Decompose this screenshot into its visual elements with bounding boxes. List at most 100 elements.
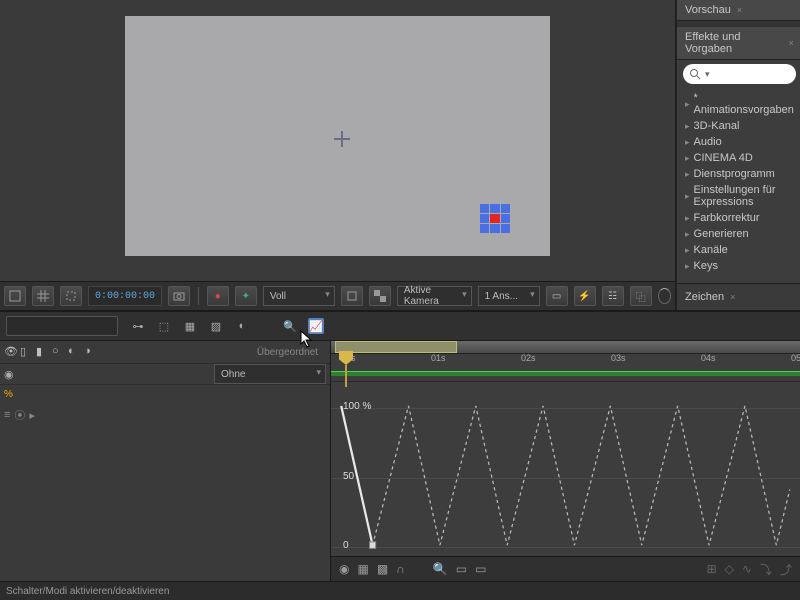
layer-handles[interactable] — [480, 204, 510, 234]
ruler-tick: 05s — [791, 353, 800, 363]
camera-dropdown[interactable]: Aktive Kamera — [397, 286, 472, 306]
ease-out-button[interactable]: ⤴ — [780, 561, 792, 578]
timeline-search-input[interactable] — [6, 316, 118, 336]
top-region: 0:00:00:00 ● ✦ Voll Aktive Kamera 1 Ans.… — [0, 0, 800, 310]
graph-editor-toggle[interactable]: 📈 — [308, 318, 324, 334]
fx-column-icon: ◑ — [84, 345, 98, 359]
parent-value: Ohne — [221, 369, 245, 380]
timeline-panel: ⊶ ⬚ ▦ ▨ ◐ 🔍 📈 👁 ▯ ▮ ○ — [0, 310, 800, 581]
pixel-aspect-button[interactable]: ▭ — [546, 286, 568, 306]
motion-blur-switch[interactable]: ▨ — [208, 318, 224, 334]
effects-category[interactable]: ▸Einstellungen für Expressions — [677, 182, 800, 210]
category-label: Generieren — [694, 228, 749, 240]
property-row[interactable]: % — [0, 385, 330, 403]
layer-column-header: 👁 ▯ ▮ ○ ◐ ◑ Übergeordnet — [0, 341, 330, 364]
effects-tab-label: Effekte und Vorgaben — [685, 31, 783, 55]
effects-search[interactable]: ▾ — [683, 64, 796, 84]
current-timecode[interactable]: 0:00:00:00 — [88, 286, 162, 306]
twirl-icon: ▸ — [685, 121, 690, 132]
snapshot-button[interactable] — [168, 286, 190, 306]
guides-button[interactable] — [60, 286, 82, 306]
twirl-icon: ▸ — [685, 153, 690, 164]
grid-button[interactable] — [32, 286, 54, 306]
composition-viewer[interactable] — [0, 0, 675, 281]
snap-button[interactable]: ∩ — [396, 562, 405, 576]
camera-label: Aktive Kamera — [404, 285, 457, 307]
effects-category[interactable]: ▸Farbkorrektur — [677, 210, 800, 226]
edit-keyframe-button[interactable]: ◇ — [725, 562, 734, 576]
viewer-toolbar: 0:00:00:00 ● ✦ Voll Aktive Kamera 1 Ans.… — [0, 281, 675, 310]
effects-tree[interactable]: ▸* Animationsvorgaben▸3D-Kanal▸Audio▸CIN… — [677, 88, 800, 283]
layer-row[interactable]: ◉ Ohne — [0, 364, 330, 385]
effects-category[interactable]: ▸ Dienstprogramm — [677, 166, 800, 182]
magnify-dropdown[interactable] — [4, 286, 26, 306]
effects-category[interactable]: ▸Kanäle — [677, 242, 800, 258]
eye-icon[interactable]: ◉ — [4, 368, 14, 381]
category-label: Dienstprogramm — [694, 168, 775, 180]
expression-pickwhip-icon[interactable]: ▸ — [29, 409, 35, 422]
twirl-icon: ▸ — [685, 169, 690, 180]
character-panel-tab[interactable]: Zeichen × — [685, 291, 735, 303]
fit-selection-button[interactable]: ▭ — [456, 562, 467, 576]
graph-editor-zoom[interactable]: 🔍 — [282, 318, 298, 334]
fit-all-button[interactable]: ▭ — [475, 562, 486, 576]
timeline-switches: ⊶ ⬚ ▦ ▨ ◐ 🔍 📈 — [130, 318, 324, 334]
resolution-dropdown[interactable]: Voll — [263, 286, 335, 306]
timeline-body: 👁 ▯ ▮ ○ ◐ ◑ Übergeordnet ◉ Ohne % — [0, 341, 800, 581]
time-ruler[interactable]: 00s01s02s03s04s05s — [331, 341, 800, 382]
effects-category[interactable]: ▸Generieren — [677, 226, 800, 242]
value-graph[interactable]: 100 % 50 0 — [331, 382, 800, 556]
effects-category[interactable]: ▸Audio — [677, 134, 800, 150]
ruler-tick: 02s — [521, 353, 536, 363]
work-area-bar[interactable] — [335, 341, 457, 353]
twirl-icon: ▸ — [685, 99, 690, 110]
cached-frames-bar — [331, 371, 800, 376]
3d-switch[interactable]: ⬚ — [156, 318, 172, 334]
search-icon — [689, 68, 701, 80]
anchor-point-icon — [337, 134, 347, 144]
category-label: 3D-Kanal — [694, 120, 740, 132]
label-column-icon: ▮ — [36, 345, 50, 359]
solo-column-icon: ○ — [52, 345, 66, 359]
graph-type-button[interactable]: ▦ — [357, 562, 368, 576]
rgb-button[interactable]: ✦ — [235, 286, 257, 306]
views-dropdown[interactable]: 1 Ans... — [478, 286, 540, 306]
separate-dims-button[interactable]: ⊞ — [707, 562, 717, 576]
ease-button[interactable]: ∿ — [742, 562, 752, 576]
render-pinwheel-icon — [658, 288, 671, 304]
channel-button[interactable]: ● — [207, 286, 229, 306]
ease-in-button[interactable]: ⤵ — [760, 561, 772, 578]
effects-panel-tab[interactable]: Effekte und Vorgaben × — [677, 27, 800, 60]
parent-dropdown[interactable]: Ohne — [214, 364, 326, 384]
shy-switch[interactable]: ⊶ — [130, 318, 146, 334]
transparency-grid-button[interactable] — [369, 286, 391, 306]
preview-panel-tab[interactable]: Vorschau× — [677, 0, 800, 21]
effects-category[interactable]: ▸Keys — [677, 258, 800, 274]
character-tab-label: Zeichen — [685, 291, 724, 303]
effects-category[interactable]: ▸ 3D-Kanal — [677, 118, 800, 134]
graph-editor-toolbar: ◉ ▦ ▩ ∩ 🔍 ▭ ▭ ⊞ ◇ ∿ ⤵ ⤴ — [331, 556, 800, 581]
timeline-button[interactable]: ☷ — [602, 286, 624, 306]
fast-preview-button[interactable]: ⚡ — [574, 286, 596, 306]
current-time-indicator[interactable] — [339, 351, 353, 365]
auto-zoom-button[interactable]: ▩ — [377, 562, 388, 576]
adjustment-switch[interactable]: ◐ — [234, 318, 250, 334]
close-icon[interactable]: × — [789, 38, 794, 48]
effects-category[interactable]: ▸CINEMA 4D — [677, 150, 800, 166]
effects-category[interactable]: ▸* Animationsvorgaben — [677, 90, 800, 118]
fit-button[interactable]: 🔍 — [433, 562, 448, 576]
close-icon[interactable]: × — [730, 292, 735, 302]
timeline-toolbar: ⊶ ⬚ ▦ ▨ ◐ 🔍 📈 — [0, 312, 800, 341]
expression-enable-icon[interactable]: ≡ — [4, 409, 10, 421]
comp-canvas — [125, 16, 550, 256]
eye-icon[interactable]: ◉ — [339, 562, 349, 576]
graph-editor[interactable]: 00s01s02s03s04s05s 100 % 50 0 ◉ — [331, 341, 800, 581]
category-label: Kanäle — [694, 244, 728, 256]
ruler-tick: 03s — [611, 353, 626, 363]
frame-blend-switch[interactable]: ▦ — [182, 318, 198, 334]
close-icon[interactable]: × — [737, 5, 742, 15]
roi-button[interactable] — [341, 286, 363, 306]
views-label: 1 Ans... — [485, 291, 518, 302]
flowchart-button[interactable]: ⿻ — [630, 286, 652, 306]
expression-graph-icon[interactable]: ⦿ — [14, 407, 25, 423]
